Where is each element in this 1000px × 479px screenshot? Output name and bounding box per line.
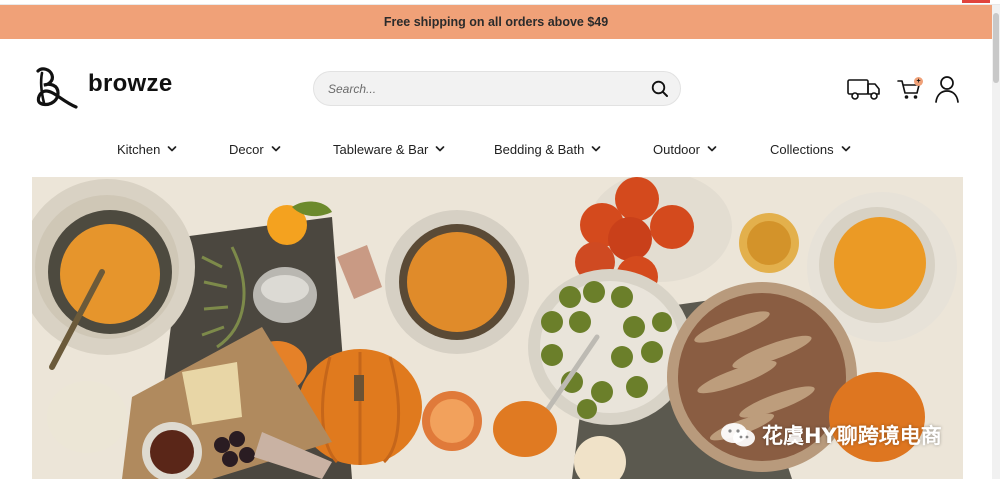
nav-item-collections[interactable]: Collections	[770, 139, 851, 159]
cart-badge: +	[914, 77, 923, 86]
header-icons: +	[846, 75, 960, 103]
scrollbar-thumb[interactable]	[993, 13, 999, 83]
announcement-bar: Free shipping on all orders above $49	[0, 5, 992, 39]
watermark-text: 花虞HY聊跨境电商	[762, 424, 942, 448]
nav-label: Collections	[770, 141, 834, 157]
nav-label: Tableware & Bar	[333, 141, 429, 157]
nav-item-tableware-bar[interactable]: Tableware & Bar	[333, 139, 445, 159]
brand-name: browze	[88, 70, 173, 97]
account-icon[interactable]	[934, 75, 960, 103]
nav-item-bedding-bath[interactable]: Bedding & Bath	[494, 139, 601, 159]
nav-item-outdoor[interactable]: Outdoor	[653, 139, 717, 159]
nav-label: Decor	[229, 141, 264, 157]
nav-label: Bedding & Bath	[494, 141, 585, 157]
search-input[interactable]	[328, 80, 628, 98]
nav-item-kitchen[interactable]: Kitchen	[117, 139, 177, 159]
search-bar	[313, 71, 681, 106]
page-scrollbar[interactable]	[992, 5, 1000, 479]
chevron-down-icon	[168, 146, 177, 152]
watermark: 花虞HY聊跨境电商	[720, 420, 942, 450]
truck-icon[interactable]	[846, 76, 882, 102]
chevron-down-icon	[707, 146, 717, 152]
search-icon[interactable]	[650, 79, 670, 99]
nav-label: Outdoor	[653, 141, 700, 157]
chevron-down-icon	[271, 146, 281, 152]
site-header: browze +	[0, 39, 992, 139]
chevron-down-icon	[436, 146, 445, 152]
brand-logo[interactable]: browze	[32, 63, 172, 113]
window-close-edge[interactable]	[962, 0, 990, 3]
chevron-down-icon	[841, 146, 850, 152]
wechat-icon	[721, 423, 755, 447]
chevron-down-icon	[592, 146, 601, 152]
main-nav: Kitchen Decor Tableware & Bar Bedding & …	[0, 139, 992, 159]
nav-item-decor[interactable]: Decor	[229, 139, 281, 159]
brand-logo-mark-icon	[36, 67, 78, 109]
nav-label: Kitchen	[117, 141, 161, 157]
cart-button[interactable]: +	[896, 76, 923, 102]
announcement-text: Free shipping on all orders above $49	[383, 15, 609, 29]
